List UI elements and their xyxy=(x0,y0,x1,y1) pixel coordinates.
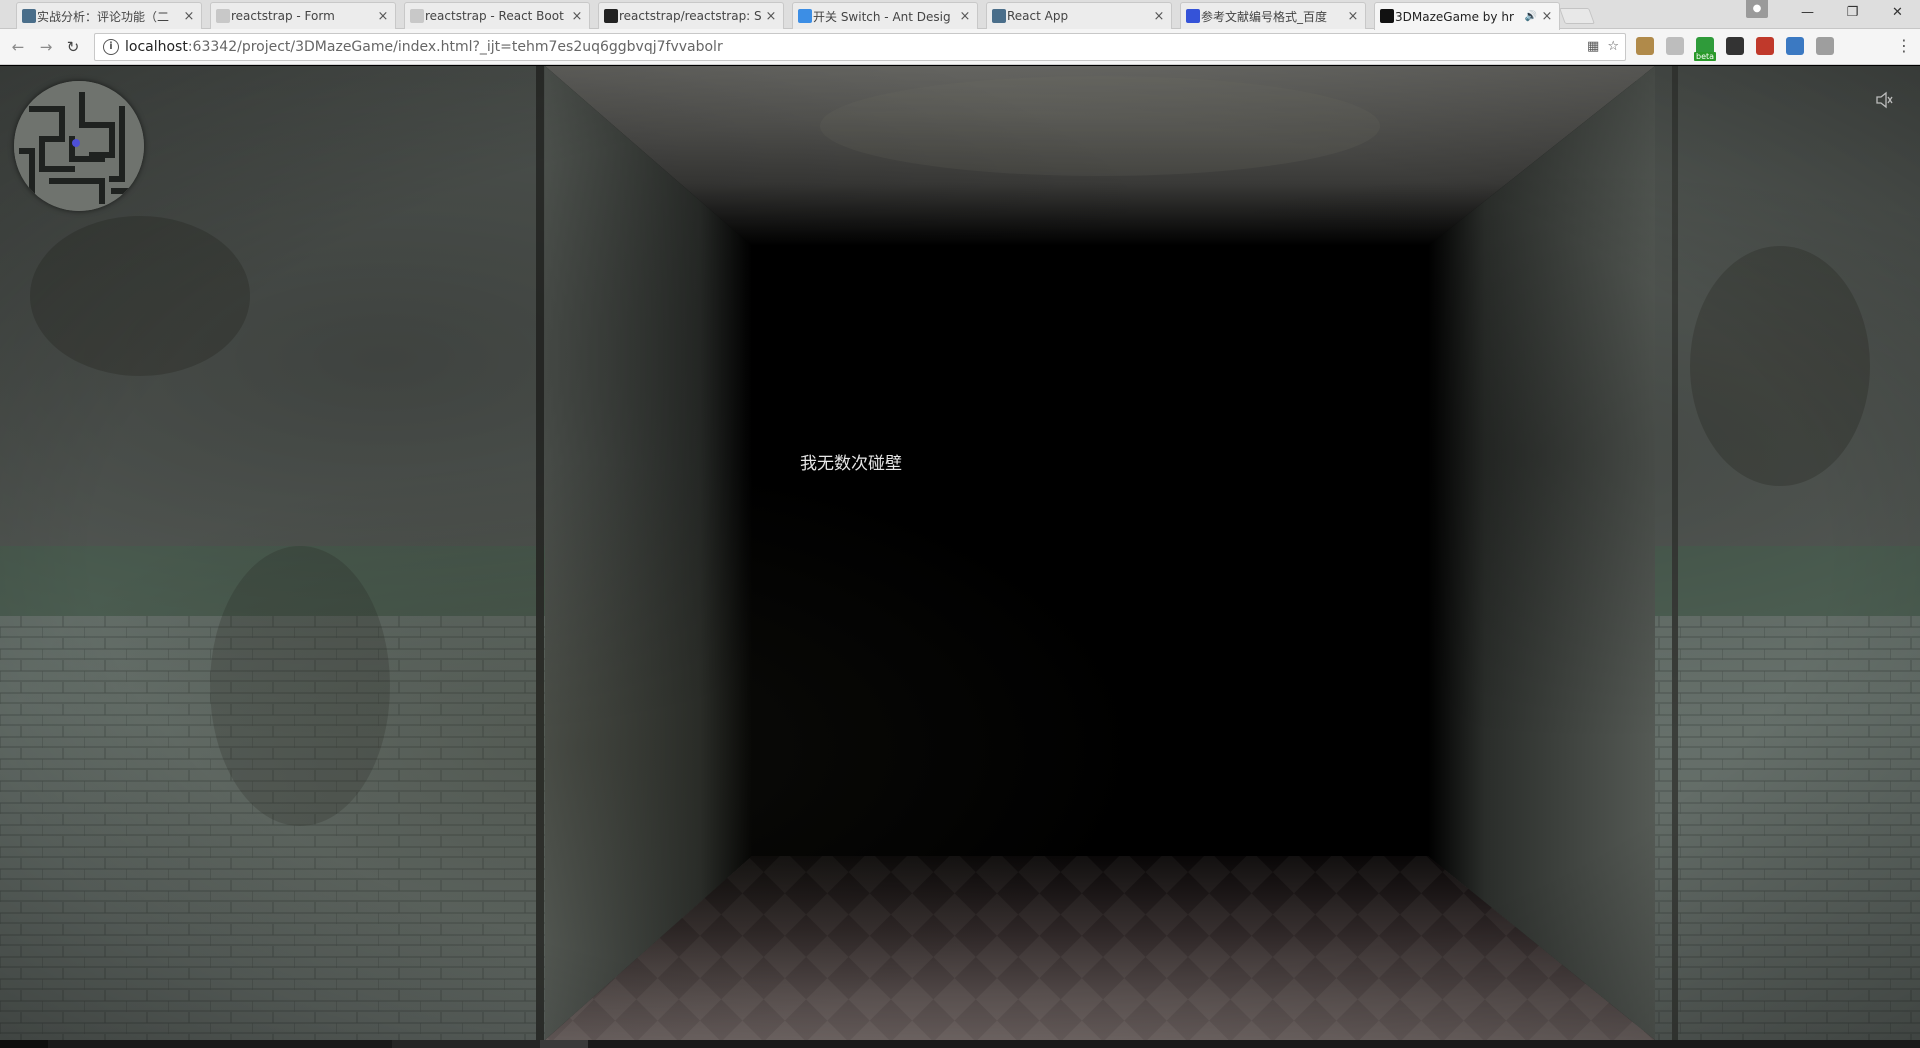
browser-tab-strip: 实战分析：评论功能（二 × reactstrap - Form × reactstrap… xyxy=(0,0,1920,30)
browser-tab[interactable]: 参考文献编号格式_百度 × xyxy=(1180,2,1366,29)
browser-tab[interactable]: reactstrap/reactstrap: S × xyxy=(598,2,784,29)
mute-speaker-icon[interactable] xyxy=(1874,90,1894,110)
extension-icon-5[interactable] xyxy=(1756,37,1774,55)
maze-corridor-scene xyxy=(0,66,1920,1040)
minimize-button[interactable]: — xyxy=(1785,0,1830,26)
url-path: :63342/project/3DMazeGame/index.html?_ij… xyxy=(187,39,723,55)
webstorm-icon xyxy=(1380,9,1394,23)
tab-title: 3DMazeGame by hr xyxy=(1395,9,1514,24)
browser-tab[interactable]: 3DMazeGame by hr 🔊 × xyxy=(1374,2,1560,30)
browser-tab[interactable]: reactstrap - Form × xyxy=(210,2,396,29)
restore-button[interactable]: ❐ xyxy=(1830,0,1875,26)
reactstrap-icon xyxy=(216,9,230,23)
tab-title: React App xyxy=(1007,9,1069,23)
game-viewport[interactable]: 我无数次碰壁 xyxy=(0,66,1920,1040)
react-app-icon xyxy=(992,9,1006,23)
extension-icon-3[interactable]: beta xyxy=(1694,37,1717,61)
tab-close-icon[interactable]: × xyxy=(765,9,777,24)
player-marker xyxy=(72,139,80,147)
tab-close-icon[interactable]: × xyxy=(571,9,583,24)
close-window-button[interactable]: ✕ xyxy=(1875,0,1920,26)
forward-arrow-icon[interactable]: → xyxy=(36,37,56,57)
reactstrap-icon xyxy=(410,9,424,23)
tab-audio-icon[interactable]: 🔊 xyxy=(1525,11,1537,22)
browser-tab[interactable]: reactstrap - React Boot × xyxy=(404,2,590,29)
browser-tab[interactable]: 开关 Switch - Ant Desig × xyxy=(792,2,978,29)
tab-close-icon[interactable]: × xyxy=(1541,9,1553,24)
tab-close-icon[interactable]: × xyxy=(377,9,389,24)
profile-icon[interactable]: ● xyxy=(1746,0,1768,18)
extension-icon-6[interactable] xyxy=(1786,37,1804,55)
browser-tab[interactable]: 实战分析：评论功能（二 × xyxy=(16,2,202,29)
translate-icon[interactable]: ▦ xyxy=(1587,39,1599,54)
calculator-icon[interactable] xyxy=(1726,37,1744,55)
react-app-icon xyxy=(22,9,36,23)
tab-close-icon[interactable]: × xyxy=(1153,9,1165,24)
tab-title: 实战分析：评论功能（二 xyxy=(37,9,170,24)
bookmark-star-icon[interactable]: ☆ xyxy=(1607,39,1619,54)
beta-badge: beta xyxy=(1694,52,1717,61)
address-bar[interactable]: i localhost:63342/project/3DMazeGame/ind… xyxy=(94,33,1626,61)
extension-icon-7[interactable] xyxy=(1816,37,1834,55)
window-controls: — ❐ ✕ xyxy=(1785,0,1920,26)
extension-icon-2[interactable] xyxy=(1666,37,1684,55)
back-arrow-icon[interactable]: ← xyxy=(8,37,28,57)
tab-title: reactstrap - React Boot xyxy=(425,9,564,23)
new-tab-button[interactable] xyxy=(1559,8,1595,24)
ant-design-icon xyxy=(798,9,812,23)
tab-close-icon[interactable]: × xyxy=(183,9,195,24)
github-icon xyxy=(604,9,618,23)
game-message: 我无数次碰壁 xyxy=(800,454,902,474)
tab-title: reactstrap - Form xyxy=(231,9,335,23)
reload-icon[interactable]: ↻ xyxy=(63,37,83,57)
browser-toolbar: ← → ↻ i localhost:63342/project/3DMazeGa… xyxy=(0,29,1920,65)
tab-title: 开关 Switch - Ant Desig xyxy=(813,9,951,24)
browser-menu-icon[interactable]: ⋮ xyxy=(1896,37,1912,55)
site-info-icon[interactable]: i xyxy=(103,39,119,55)
baidu-icon xyxy=(1186,9,1200,23)
extension-toolbar: beta xyxy=(1636,37,1834,61)
tab-title: 参考文献编号格式_百度 xyxy=(1201,9,1328,24)
taskbar-strip xyxy=(0,1040,1920,1048)
tab-close-icon[interactable]: × xyxy=(1347,9,1359,24)
extension-icon-1[interactable] xyxy=(1636,37,1654,55)
tab-title: reactstrap/reactstrap: S xyxy=(619,9,761,23)
tab-close-icon[interactable]: × xyxy=(959,9,971,24)
maze-minimap xyxy=(14,81,144,211)
url-host: localhost xyxy=(125,39,188,55)
browser-tab[interactable]: React App × xyxy=(986,2,1172,29)
